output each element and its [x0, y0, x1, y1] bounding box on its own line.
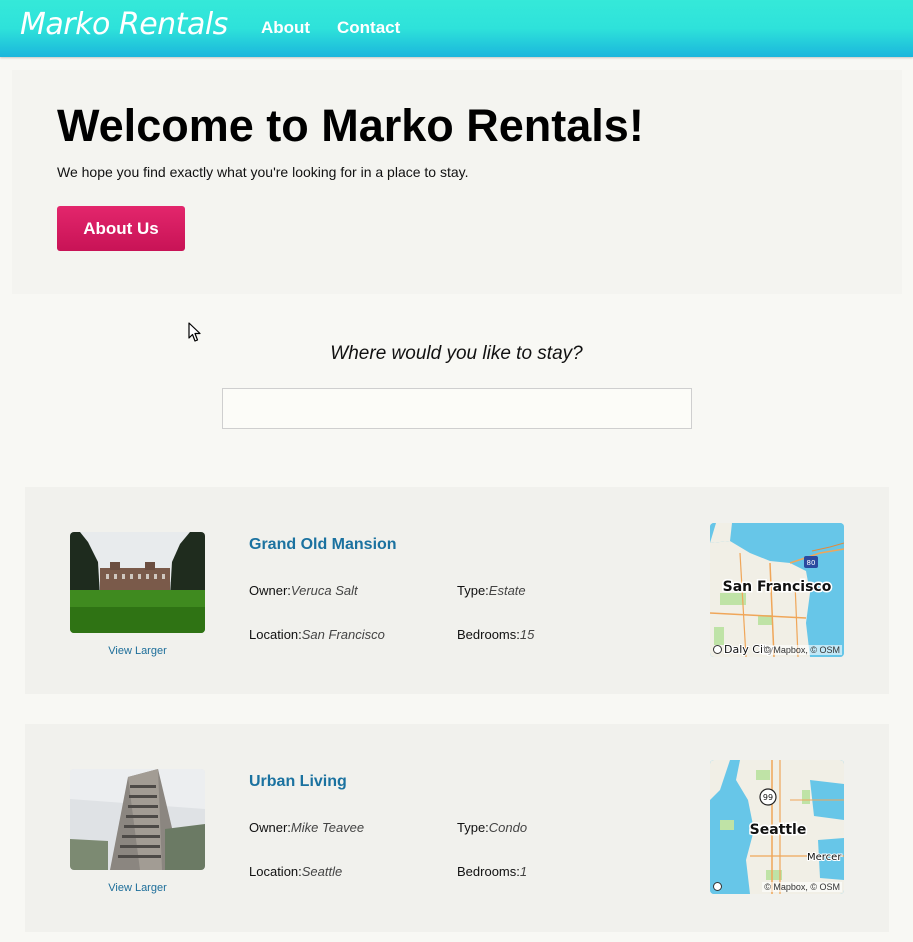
bedrooms-label: Bedrooms:: [457, 627, 520, 642]
listing-card: View Larger Urban Living Owner:Mike Teav…: [25, 724, 889, 932]
top-navbar: Marko Rentals About Contact: [0, 0, 913, 57]
bedrooms-value: 15: [519, 627, 535, 642]
owner-field: Owner:Mike Teavee: [249, 820, 364, 835]
listing-title[interactable]: Urban Living: [249, 773, 347, 791]
location-field: Location:San Francisco: [249, 627, 385, 642]
mouse-cursor-icon: [188, 322, 201, 342]
location-map[interactable]: 99 Seattle Mercer © Mapbox, © OSM: [710, 760, 844, 894]
owner-field: Owner:Veruca Salt: [249, 583, 358, 598]
seattle-map-image: 99 Seattle Mercer: [710, 760, 844, 894]
map-area-label: Mercer: [807, 852, 842, 863]
location-label: Location:: [249, 864, 302, 879]
owner-label: Owner:: [249, 820, 291, 835]
bedrooms-value: 1: [519, 864, 528, 879]
type-label: Type:: [457, 583, 489, 598]
location-value: Seattle: [301, 864, 343, 879]
condo-photo-image: [70, 769, 205, 870]
about-us-button[interactable]: About Us: [57, 206, 185, 251]
type-value: Estate: [488, 583, 526, 598]
mansion-photo-image: [70, 532, 205, 633]
type-value: Condo: [488, 820, 528, 835]
location-field: Location:Seattle: [249, 864, 342, 879]
highway-shield: 99: [763, 793, 773, 802]
location-label: Location:: [249, 627, 302, 642]
search-prompt: Where would you like to stay?: [330, 343, 583, 364]
listing-photo[interactable]: [70, 532, 205, 633]
hero-title: Welcome to Marko Rentals!: [57, 100, 644, 151]
map-city-label: San Francisco: [723, 579, 832, 595]
mapbox-logo-icon: [713, 882, 722, 891]
hero-section: Welcome to Marko Rentals! We hope you fi…: [12, 70, 902, 294]
map-attribution[interactable]: © Mapbox, © OSM: [762, 882, 842, 892]
type-field: Type:Condo: [457, 820, 527, 835]
search-input[interactable]: [222, 388, 692, 429]
type-field: Type:Estate: [457, 583, 526, 598]
map-city-label: Seattle: [750, 822, 807, 838]
type-label: Type:: [457, 820, 489, 835]
view-larger-link[interactable]: View Larger: [70, 645, 205, 657]
interstate-shield: 80: [807, 559, 816, 567]
mapbox-logo-icon: [713, 645, 722, 654]
nav-link-about[interactable]: About: [261, 18, 310, 38]
location-value: San Francisco: [301, 627, 385, 642]
view-larger-link[interactable]: View Larger: [70, 882, 205, 894]
owner-value: Veruca Salt: [290, 583, 358, 598]
nav-link-contact[interactable]: Contact: [337, 18, 400, 38]
listing-title[interactable]: Grand Old Mansion: [249, 536, 397, 554]
brand-logo[interactable]: Marko Rentals: [20, 7, 228, 42]
map-attribution[interactable]: © Mapbox, © OSM: [762, 645, 842, 655]
hero-subtitle: We hope you find exactly what you're loo…: [57, 164, 469, 180]
bedrooms-label: Bedrooms:: [457, 864, 520, 879]
owner-label: Owner:: [249, 583, 291, 598]
location-map[interactable]: 80 San Francisco Daly City © Mapbox, © O…: [710, 523, 844, 657]
san-francisco-map-image: 80 San Francisco Daly City: [710, 523, 844, 657]
listing-photo[interactable]: [70, 769, 205, 870]
bedrooms-field: Bedrooms:1: [457, 864, 527, 879]
listing-card: View Larger Grand Old Mansion Owner:Veru…: [25, 487, 889, 694]
owner-value: Mike Teavee: [290, 820, 365, 835]
bedrooms-field: Bedrooms:15: [457, 627, 534, 642]
